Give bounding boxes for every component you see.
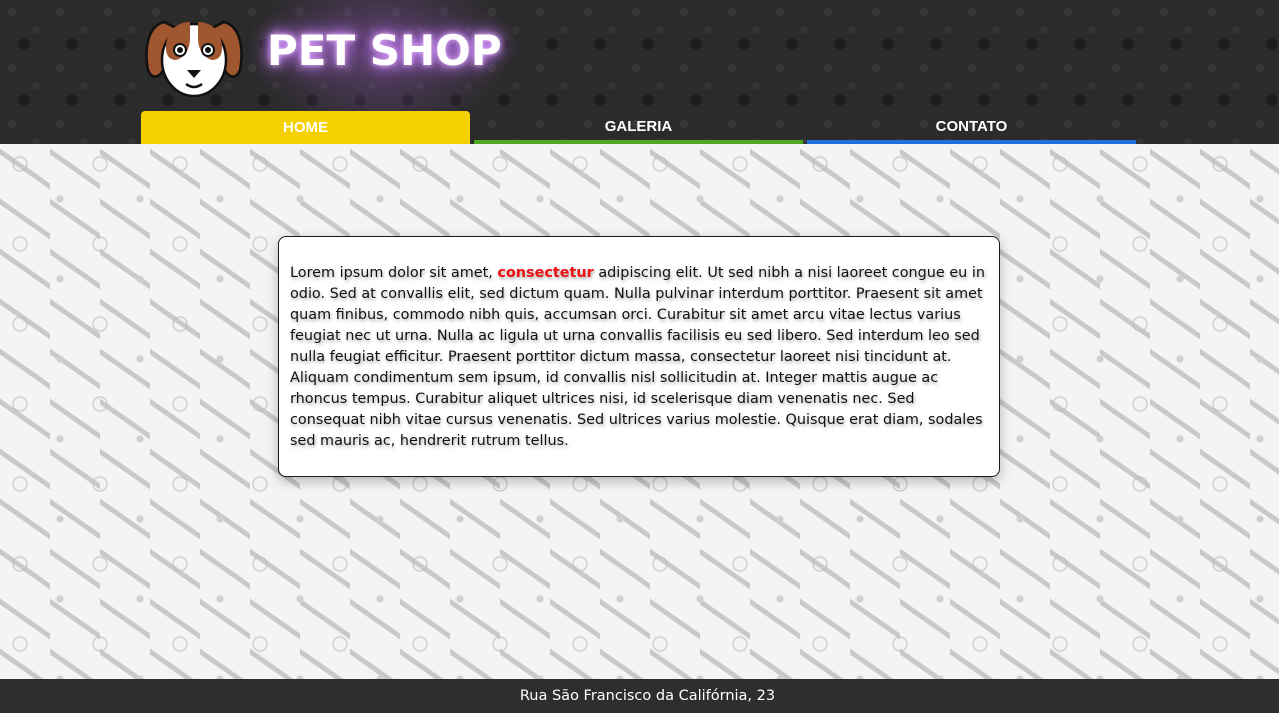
nav-home[interactable]: HOME	[141, 111, 470, 144]
footer-address: Rua São Francisco da Califórnia, 23	[519, 688, 776, 704]
main-nav: HOME GALERIA CONTATO	[141, 111, 1137, 144]
site-footer: Rua São Francisco da Califórnia, 23	[0, 679, 1279, 713]
nav-contato[interactable]: CONTATO	[807, 111, 1136, 144]
content-card: Lorem ipsum dolor sit amet, consectetur …	[278, 236, 1000, 477]
dog-face-icon[interactable]	[142, 8, 246, 100]
content-highlight: consectetur	[497, 265, 594, 281]
site-header: PET SHOP HOME GALERIA CONTATO	[0, 0, 1279, 144]
content-text-after: adipiscing elit. Ut sed nibh a nisi laor…	[290, 265, 985, 449]
content-text-before: Lorem ipsum dolor sit amet,	[290, 265, 498, 281]
brand-title[interactable]: PET SHOP	[267, 26, 502, 75]
main-content: Lorem ipsum dolor sit amet, consectetur …	[0, 144, 1279, 679]
nav-galeria[interactable]: GALERIA	[474, 111, 803, 144]
content-paragraph: Lorem ipsum dolor sit amet, consectetur …	[290, 263, 988, 452]
